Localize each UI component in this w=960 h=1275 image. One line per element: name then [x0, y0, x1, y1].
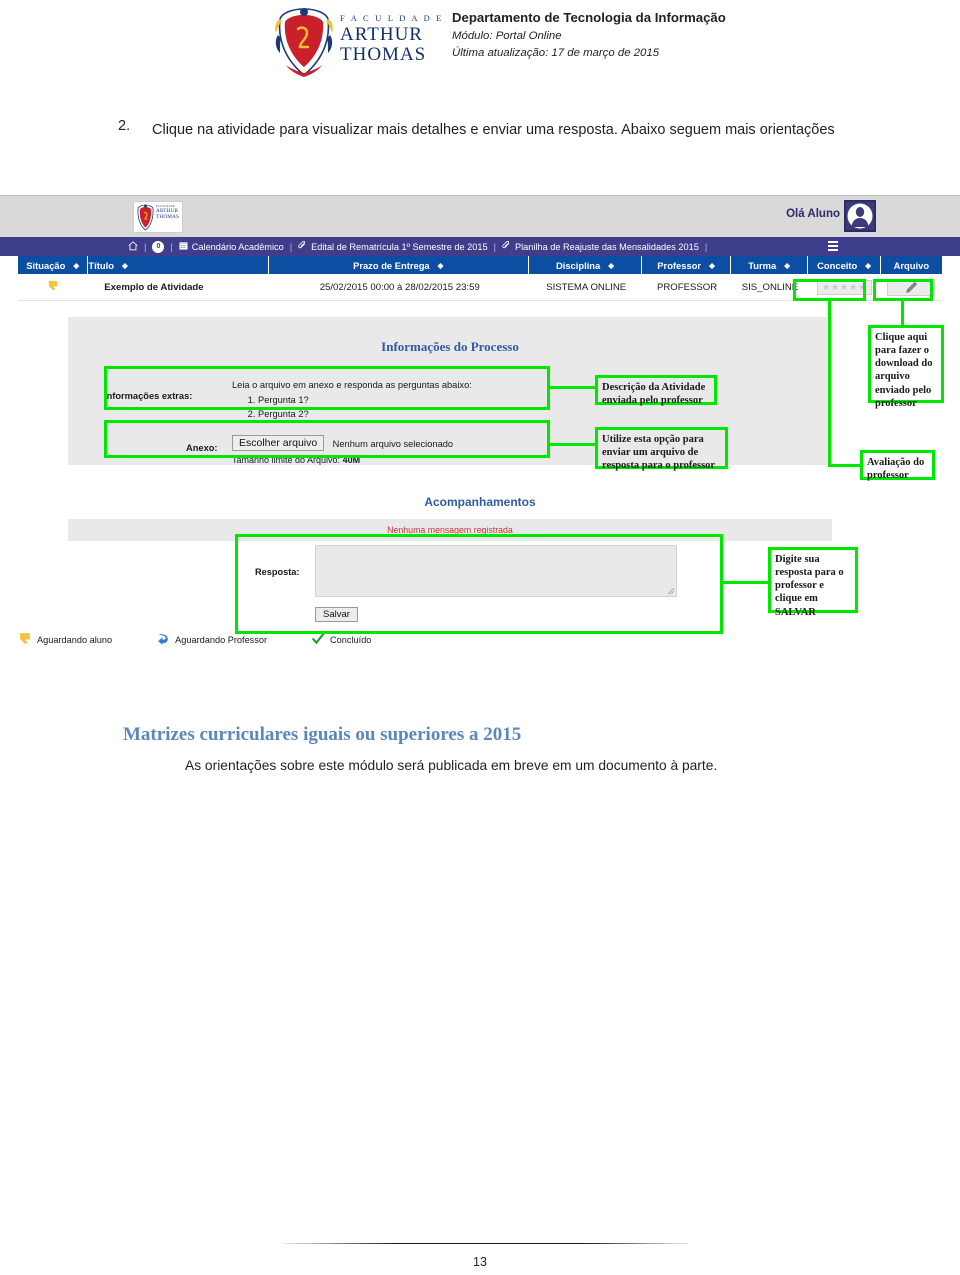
wordmark-line-2: ARTHUR [340, 23, 423, 45]
module-line: Módulo: Portal Online [452, 30, 562, 42]
highlight-box-anexo [104, 420, 550, 458]
column-label-conceito: Conceito [817, 259, 858, 271]
portal-navbar: | 0 | Calendário Acadêmico | Edital de R… [0, 237, 960, 256]
legend-label-aguardando-professor: Aguardando Professor [175, 635, 268, 645]
document-page: F A C U L D A D E ARTHUR THOMAS Departam… [0, 0, 960, 1275]
portal-logo: FACULDADE ARTHUR THOMAS [133, 201, 183, 233]
nav-item-edital[interactable]: Edital de Rematrícula 1º Semestre de 201… [311, 242, 487, 252]
column-header-turma[interactable]: Turma ◆ [731, 256, 809, 274]
legend-label-concluido: Concluído [330, 635, 372, 645]
highlight-box-conceito [793, 279, 866, 301]
nav-item-planilha[interactable]: Planilha de Reajuste das Mensalidades 20… [515, 242, 699, 252]
cell-prazo: 25/02/2015 00:00 à 28/02/2015 23:59 [319, 281, 480, 293]
department-title: Departamento de Tecnologia da Informação [452, 10, 726, 25]
highlight-box-resposta [235, 534, 723, 634]
instruction-number: 2. [118, 118, 131, 134]
paperclip-icon-2 [502, 240, 511, 252]
pointing-hand-icon-legend [18, 631, 33, 649]
table-header-row: Situação ◆ Título ◆ Prazo de Entrega ◆ Disc… [18, 256, 942, 274]
user-greeting: Olá Aluno [786, 208, 840, 220]
instruction-text: Clique na atividade para visualizar mais… [152, 122, 835, 138]
connector-upload [550, 443, 595, 446]
sort-icon-professor[interactable]: ◆ [709, 261, 715, 270]
embedded-screenshot: FACULDADE ARTHUR THOMAS Olá Aluno | 0 | … [0, 195, 960, 670]
cell-situacao [18, 274, 88, 301]
cell-titulo[interactable]: Exemplo de Atividade [88, 274, 270, 301]
pointing-hand-icon [47, 279, 60, 296]
column-label-arquivo: Arquivo [893, 259, 930, 271]
highlight-box-arquivo [873, 279, 933, 301]
column-label-prazo: Prazo de Entrega [353, 259, 430, 271]
sort-icon-disciplina[interactable]: ◆ [608, 261, 614, 270]
hamburger-menu-icon[interactable] [828, 241, 838, 252]
cell-disciplina: SISTEMA ONLINE [546, 281, 627, 293]
column-header-prazo[interactable]: Prazo de Entrega ◆ [269, 256, 529, 274]
calendar-icon [179, 241, 188, 252]
followups-title: Acompanhamentos [424, 495, 536, 509]
connector-avaliacao-vertical [828, 301, 831, 464]
section-title: Matrizes curriculares iguais ou superior… [123, 724, 522, 745]
page-number: 13 [473, 1255, 487, 1269]
callout-avaliacao: Avaliação do professor [860, 450, 935, 481]
callout-download: Clique aqui para fazer o download do arq… [868, 325, 944, 409]
column-header-conceito[interactable]: Conceito ◆ [808, 256, 881, 274]
callout-upload: Utilize esta opção para enviar um arquiv… [595, 427, 728, 471]
nav-separator-2: | [493, 241, 496, 252]
connector-salvar [723, 581, 768, 584]
column-label-disciplina: Disciplina [555, 259, 601, 271]
portal-topbar: FACULDADE ARTHUR THOMAS Olá Aluno [0, 195, 960, 237]
callout-salvar: Digite sua resposta para o professor e c… [768, 547, 858, 618]
column-header-titulo[interactable]: Título ◆ [88, 256, 269, 274]
highlight-box-extras [104, 366, 550, 410]
wordmark-line-3: THOMAS [340, 43, 427, 65]
nav-separator-1: | [289, 241, 293, 252]
paperclip-icon [298, 240, 307, 252]
column-header-disciplina[interactable]: Disciplina ◆ [529, 256, 643, 274]
callout-descricao: Descrição da Atividade enviada pelo prof… [595, 375, 717, 406]
connector-avaliacao-horizontal [828, 464, 862, 467]
column-header-arquivo[interactable]: Arquivo [881, 256, 942, 274]
reply-arrow-icon [156, 631, 171, 649]
column-label-turma: Turma [748, 259, 777, 271]
process-panel-title: Informações do Processo [381, 339, 519, 354]
sort-icon-titulo[interactable]: ◆ [122, 261, 128, 270]
column-label-professor: Professor [657, 259, 702, 271]
nav-separator-3: | [704, 241, 708, 252]
institution-wordmark: F A C U L D A D E ARTHUR THOMAS [340, 14, 444, 64]
column-header-situacao[interactable]: Situação ◆ [18, 256, 89, 274]
sort-icon-turma[interactable]: ◆ [784, 261, 790, 270]
sort-icon-conceito[interactable]: ◆ [865, 261, 871, 270]
legend-label-aguardando-aluno: Aguardando aluno [37, 635, 113, 645]
home-icon[interactable] [128, 241, 138, 253]
avatar[interactable] [844, 200, 876, 232]
column-header-professor[interactable]: Professor ◆ [642, 256, 731, 274]
sort-icon-prazo[interactable]: ◆ [438, 261, 444, 270]
last-update-line: Última atualização: 17 de março de 2015 [452, 47, 660, 59]
faculdade-crest-icon [272, 5, 336, 79]
connector-descricao [550, 386, 595, 389]
wordmark-line-1: F A C U L D A D E [340, 13, 444, 23]
column-label-titulo: Título [88, 259, 114, 271]
portal-logo-line-3: THOMAS [156, 213, 180, 220]
instruction-block: 2. Clique na atividade para visualizar m… [118, 118, 878, 143]
legend-item-aguardando-aluno: Aguardando aluno [18, 631, 112, 649]
notification-badge[interactable]: 0 [152, 240, 165, 253]
document-header: F A C U L D A D E ARTHUR THOMAS Departam… [0, 0, 960, 86]
cell-professor: PROFESSOR [656, 281, 718, 293]
portal-logo-wordmark: FACULDADE ARTHUR THOMAS [156, 205, 180, 221]
sort-icon-situacao[interactable]: ◆ [73, 261, 79, 270]
column-label-situacao: Situação [26, 259, 66, 271]
footer-rule [284, 1243, 688, 1244]
section-body: As orientações sobre este módulo será pu… [185, 758, 718, 773]
connector-download-vertical [901, 301, 904, 327]
nav-item-calendario[interactable]: Calendário Acadêmico [192, 242, 284, 252]
